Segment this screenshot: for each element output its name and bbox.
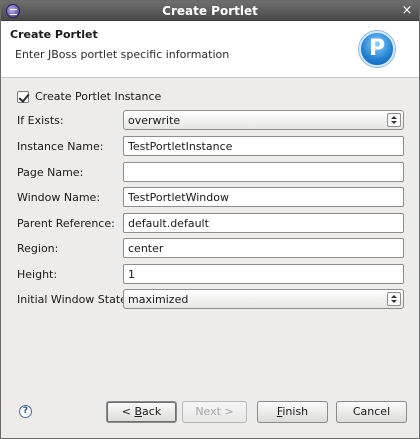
initial-window-state-select[interactable]: maximized: [123, 289, 404, 309]
height-input[interactable]: 1: [123, 264, 404, 284]
height-label: Height:: [17, 268, 58, 281]
finish-rest: inish: [282, 405, 309, 418]
page-name-label: Page Name:: [17, 166, 84, 179]
banner-title: Create Portlet: [10, 28, 98, 41]
if-exists-label: If Exists:: [17, 114, 64, 127]
window-name-label: Window Name:: [17, 191, 101, 204]
wizard-banner: Create Portlet Enter JBoss portlet speci…: [1, 21, 419, 78]
finish-button[interactable]: Finish: [257, 401, 328, 423]
title-bar[interactable]: Create Portlet ×: [1, 1, 419, 21]
back-button[interactable]: < Back: [106, 401, 177, 423]
create-instance-label[interactable]: Create Portlet Instance: [35, 90, 161, 103]
window-title: Create Portlet: [162, 4, 258, 18]
combo-arrows-icon[interactable]: [387, 113, 401, 127]
region-input[interactable]: center: [123, 238, 404, 258]
portlet-logo-icon: P: [359, 31, 395, 67]
parent-reference-input[interactable]: default.default: [123, 213, 404, 233]
banner-description: Enter JBoss portlet specific information: [15, 48, 230, 61]
initial-window-state-value: maximized: [128, 293, 189, 306]
help-icon[interactable]: ?: [19, 405, 32, 418]
back-rest: ack: [142, 405, 162, 418]
region-label: Region:: [17, 242, 59, 255]
cancel-button[interactable]: Cancel: [336, 401, 407, 423]
if-exists-select[interactable]: overwrite: [123, 110, 404, 130]
back-prefix: <: [121, 405, 135, 418]
initial-window-state-label: Initial Window State:: [17, 293, 131, 306]
if-exists-value: overwrite: [128, 114, 181, 127]
page-name-input[interactable]: [123, 162, 404, 182]
instance-name-label: Instance Name:: [17, 140, 104, 153]
instance-name-input[interactable]: TestPortletInstance: [123, 136, 404, 156]
parent-reference-label: Parent Reference:: [17, 217, 115, 230]
next-button[interactable]: Next >: [182, 401, 247, 423]
close-icon[interactable]: ×: [400, 4, 414, 18]
dialog-window: Create Portlet × Create Portlet Enter JB…: [0, 0, 420, 439]
window-name-input[interactable]: TestPortletWindow: [123, 187, 404, 207]
combo-arrows-icon[interactable]: [387, 292, 401, 306]
create-instance-checkbox[interactable]: [17, 91, 29, 103]
back-mnemonic: B: [134, 405, 143, 418]
